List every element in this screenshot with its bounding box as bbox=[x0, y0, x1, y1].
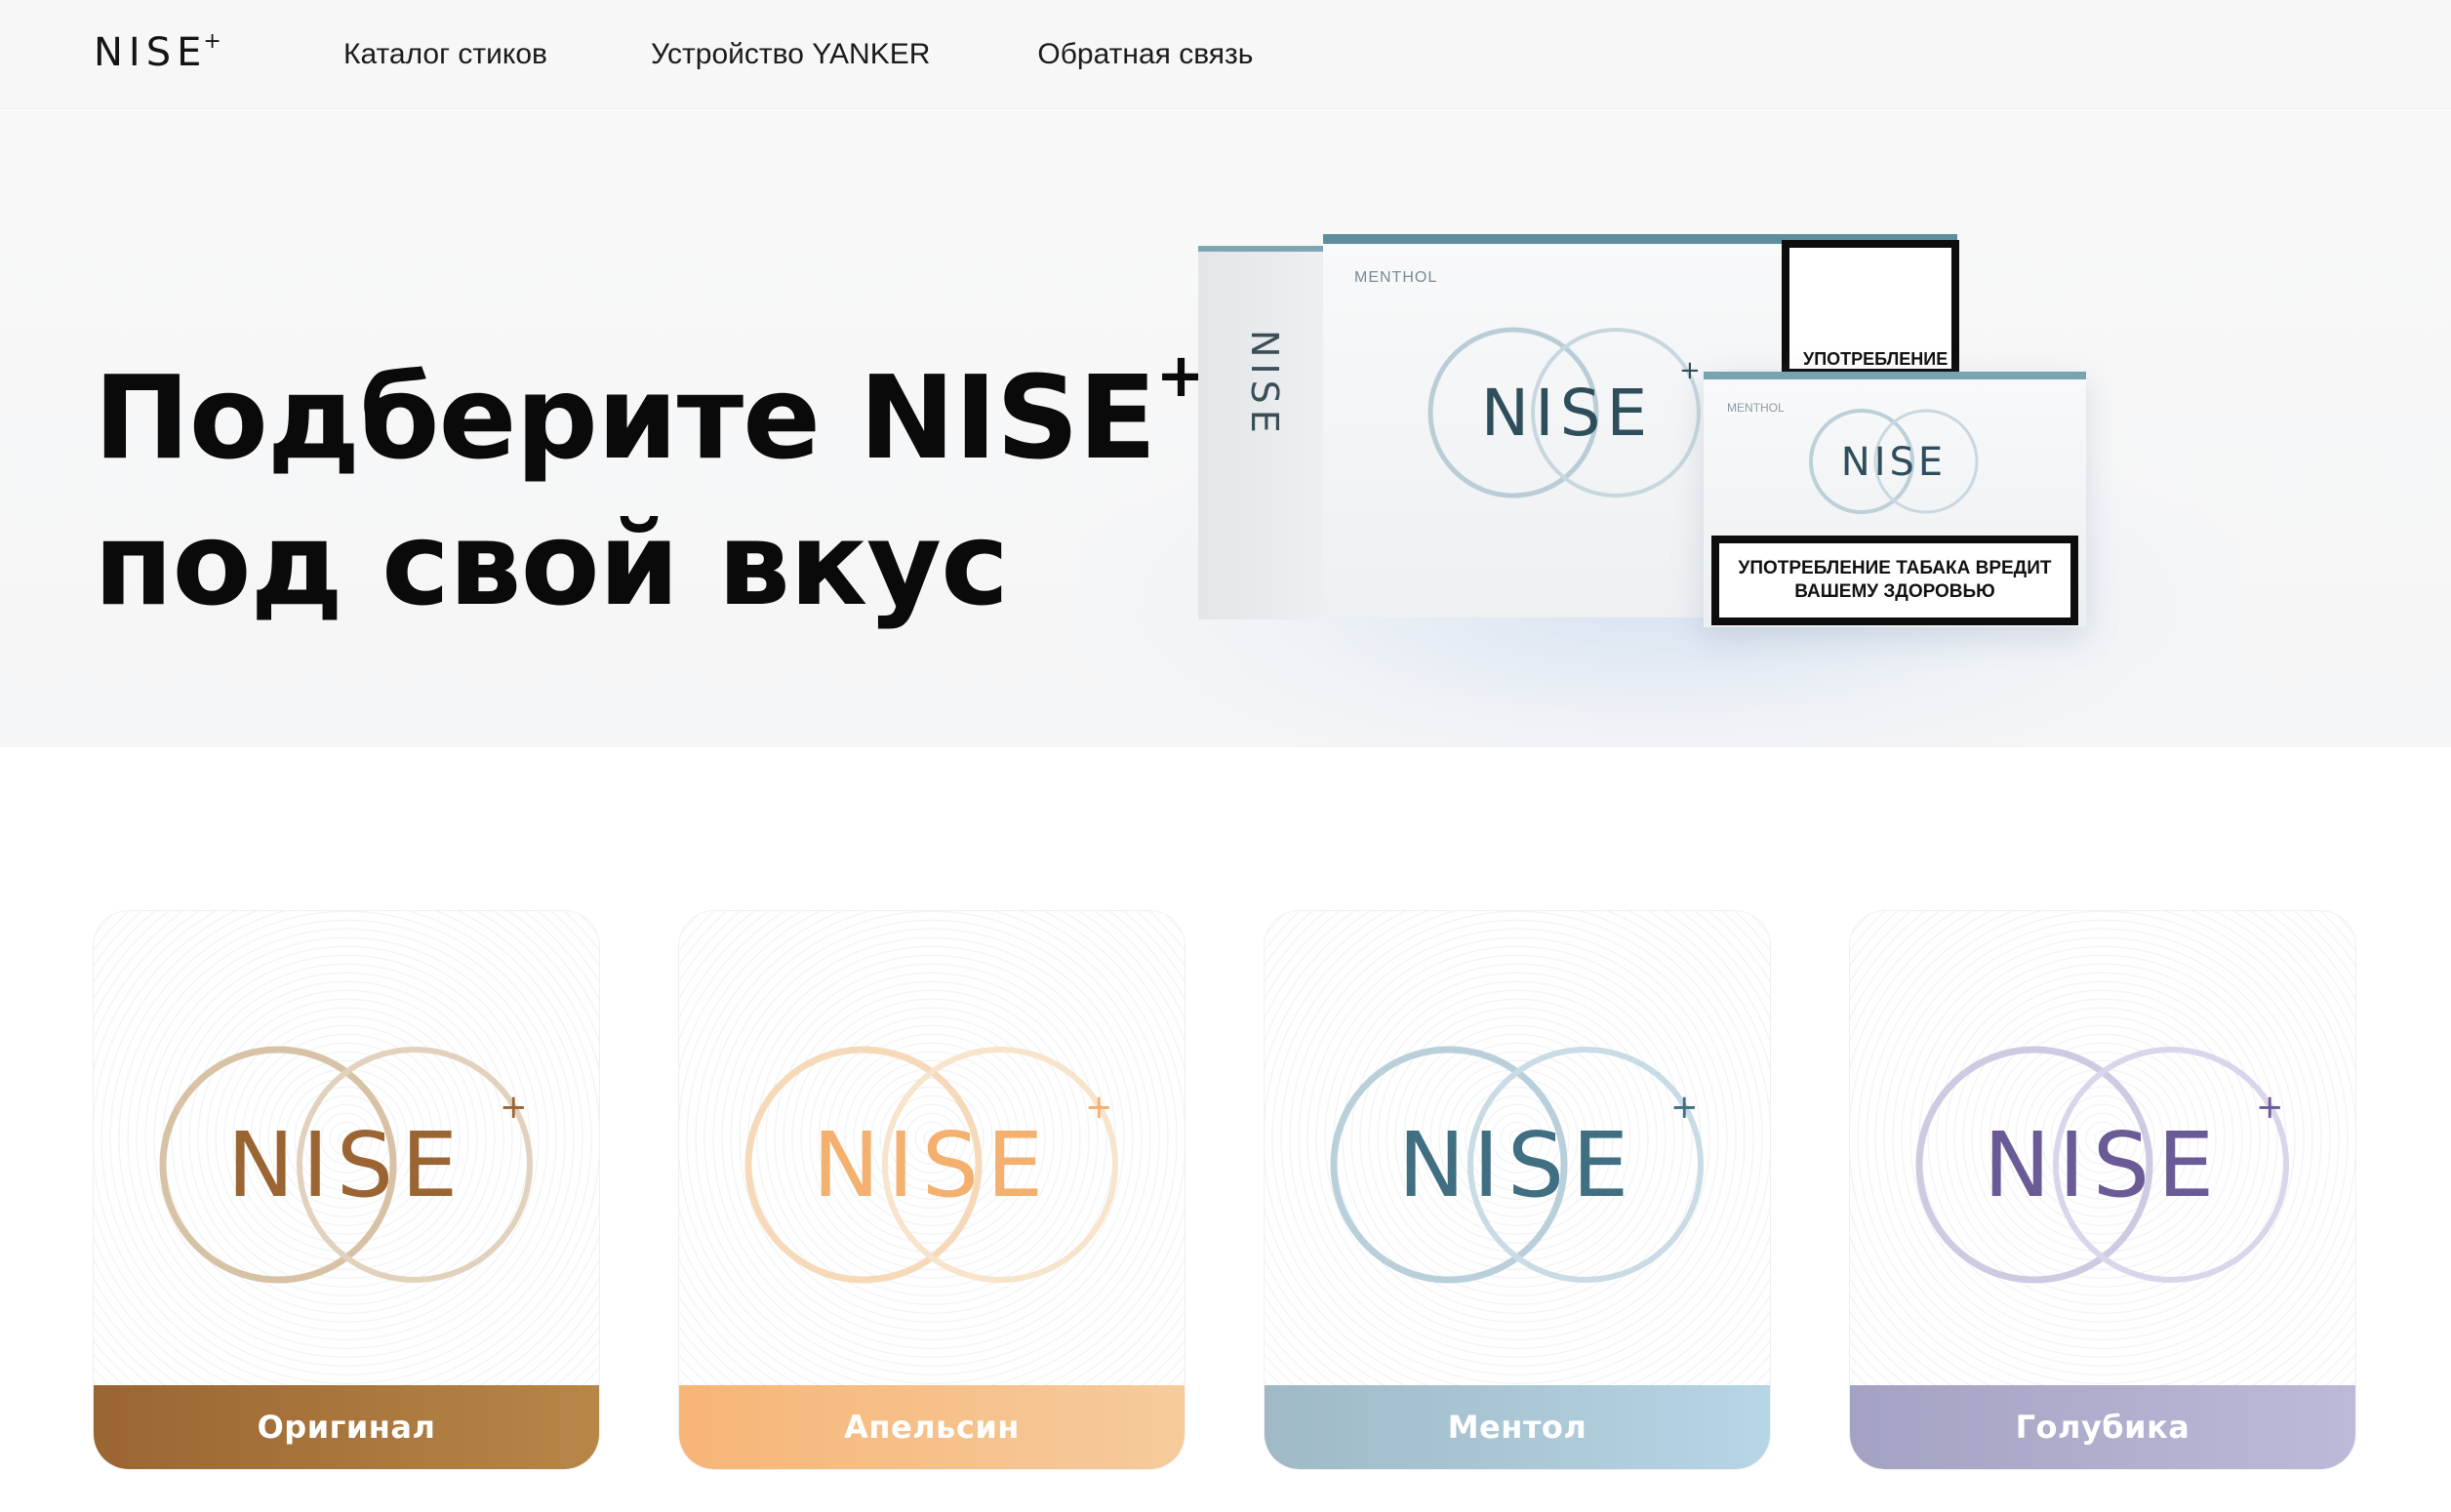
nav-item-device[interactable]: Устройство YANKER bbox=[651, 38, 930, 71]
small-box-brand-logo: NISE bbox=[1809, 409, 1979, 514]
small-box-brand-text: NISE bbox=[1841, 440, 1947, 485]
product-grid: NISE + Оригинал NISE + Апельсин NISE + М… bbox=[94, 911, 2355, 1469]
site-header: NISE + Каталог стиков Устройство YANKER … bbox=[0, 0, 2451, 109]
health-warning: УПОТРЕБЛЕНИЕ ТАБАКА ВРЕДИТ ВАШЕМУ ЗДОРОВ… bbox=[1711, 536, 2078, 625]
site-logo[interactable]: NISE + bbox=[94, 29, 227, 75]
product-logo-plus: + bbox=[500, 1088, 528, 1127]
product-logo-plus: + bbox=[1085, 1088, 1113, 1127]
product-logo: NISE + bbox=[1330, 1046, 1704, 1284]
product-logo: NISE + bbox=[744, 1046, 1118, 1284]
logo-text: NISE bbox=[94, 30, 208, 75]
box-side-brand: NISE bbox=[1243, 330, 1286, 439]
product-logo-text: NISE bbox=[227, 1113, 465, 1217]
nav-item-feedback[interactable]: Обратная связь bbox=[1037, 38, 1253, 71]
product-name: Ментол bbox=[1265, 1385, 1770, 1469]
product-name: Апельсин bbox=[679, 1385, 1185, 1469]
hero-title-line1: Подберите NISE bbox=[94, 350, 1156, 485]
product-card-original[interactable]: NISE + Оригинал bbox=[94, 911, 599, 1469]
product-card-menthol[interactable]: NISE + Ментол bbox=[1265, 911, 1770, 1469]
box-flavor-label: MENTHOL bbox=[1354, 269, 1438, 286]
product-logo: NISE + bbox=[1915, 1046, 2289, 1284]
product-logo-text: NISE bbox=[1398, 1113, 1636, 1217]
box-brand-plus: + bbox=[1679, 356, 1701, 385]
hero-title-line2: под свой вкус bbox=[94, 497, 1009, 631]
logo-plus: + bbox=[203, 29, 227, 54]
box-warning-text: УПОТРЕБЛЕНИЕ bbox=[1803, 349, 1949, 369]
product-logo-plus: + bbox=[2256, 1088, 2284, 1127]
box-brand-logo: NISE + bbox=[1427, 327, 1701, 498]
hero-title: Подберите NISE+ под свой вкус bbox=[94, 344, 1206, 637]
product-logo: NISE + bbox=[159, 1046, 533, 1284]
product-logo-text: NISE bbox=[1984, 1113, 2222, 1217]
product-name: Оригинал bbox=[94, 1385, 599, 1469]
box-brand-text: NISE bbox=[1481, 376, 1653, 451]
nav-item-catalog[interactable]: Каталог стиков bbox=[343, 38, 547, 71]
product-card-blueberry[interactable]: NISE + Голубика bbox=[1850, 911, 2355, 1469]
product-card-orange[interactable]: NISE + Апельсин bbox=[679, 911, 1185, 1469]
product-logo-plus: + bbox=[1670, 1088, 1699, 1127]
main-nav: Каталог стиков Устройство YANKER Обратна… bbox=[343, 0, 1253, 109]
hero-banner: Подберите NISE+ под свой вкус NISE MENTH… bbox=[0, 110, 2451, 747]
product-box-small: MENTHOL NISE УПОТРЕБЛЕНИЕ ТАБАКА ВРЕДИТ … bbox=[1704, 372, 2086, 627]
product-logo-text: NISE bbox=[813, 1113, 1051, 1217]
small-box-flavor-label: MENTHOL bbox=[1727, 401, 1785, 415]
product-name: Голубика bbox=[1850, 1385, 2355, 1469]
